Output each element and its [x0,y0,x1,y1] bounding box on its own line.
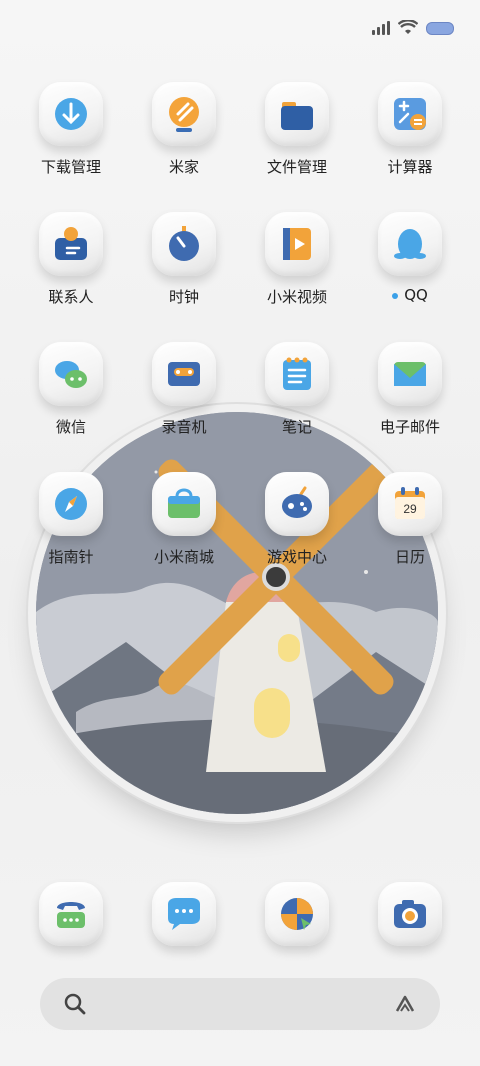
email-tile[interactable] [378,342,442,406]
app-label: 日历 [394,548,425,566]
download-cloud-tile[interactable] [39,82,103,146]
clock-icon [169,226,199,261]
app-notes[interactable]: 笔记 [241,342,353,437]
messages-tile[interactable] [152,882,216,946]
app-label: 联系人 [48,288,94,306]
app-clock[interactable]: 时钟 [128,212,240,307]
notes-icon [283,357,311,390]
qq-label: QQ [404,286,428,304]
signal-icon [372,21,390,35]
assistant-icon[interactable] [392,991,418,1017]
app-calculator[interactable]: 计算器 [354,82,466,177]
video-tile[interactable] [265,212,329,276]
contacts-tile[interactable] [39,212,103,276]
new-badge-dot [392,292,399,299]
notes-tile[interactable] [265,342,329,406]
status-bar [372,20,454,36]
contacts-icon [55,227,87,260]
mi-home-icon [169,97,199,132]
app-label: 笔记 [281,418,312,436]
video-icon [283,228,311,260]
app-email[interactable]: 电子邮件 [354,342,466,437]
folder-tile[interactable] [265,82,329,146]
phone-tile[interactable] [39,882,103,946]
app-qq[interactable]: QQ [354,212,466,304]
battery-icon [426,21,454,35]
dock-messages[interactable] [128,882,240,946]
folder-icon [281,102,313,130]
game-center-tile[interactable] [265,472,329,536]
app-file-manager[interactable]: 文件管理 [241,82,353,177]
calculator-tile[interactable] [378,82,442,146]
calendar-date: 29 [403,502,417,516]
mi-store-tile[interactable] [152,472,216,536]
app-label: 电子邮件 [379,418,440,436]
phone-icon [57,902,85,928]
wechat-icon [55,361,87,388]
app-mi-home[interactable]: 米家 [128,82,240,177]
app-label: 小米视频 [266,288,327,306]
clock-tile[interactable] [152,212,216,276]
wechat-tile[interactable] [39,342,103,406]
dock-camera[interactable] [354,882,466,946]
qq-penguin-icon [394,229,426,259]
app-compass[interactable]: 指南针 [15,472,127,567]
calendar-icon: 29 [395,487,425,519]
app-label: 小米商城 [153,548,214,566]
game-center-icon [282,486,312,518]
app-label: 录音机 [161,418,207,436]
qq-tile[interactable] [378,212,442,276]
app-contacts[interactable]: 联系人 [15,212,127,307]
recorder-icon [168,362,200,386]
dock-browser[interactable] [241,882,353,946]
search-bar[interactable] [40,978,440,1030]
app-label: 下载管理 [40,158,101,176]
app-label: 指南针 [48,548,94,566]
mi-home-tile[interactable] [152,82,216,146]
search-icon[interactable] [62,991,88,1017]
app-label: 文件管理 [266,158,327,176]
app-label: 微信 [55,418,86,436]
app-label: 计算器 [387,158,433,176]
app-label: QQ [354,286,466,304]
compass-icon [55,488,87,520]
app-game-center[interactable]: 游戏中心 [241,472,353,567]
app-recorder[interactable]: 录音机 [128,342,240,437]
app-label: 米家 [168,158,199,176]
browser-icon [281,898,313,930]
app-mi-video[interactable]: 小米视频 [241,212,353,307]
app-wechat[interactable]: 微信 [15,342,127,437]
app-label: 时钟 [168,288,199,306]
camera-tile[interactable] [378,882,442,946]
email-icon [394,362,426,386]
messages-icon [168,898,200,930]
app-download-manager[interactable]: 下载管理 [15,82,127,177]
app-label: 游戏中心 [266,548,327,566]
mi-store-icon [168,488,200,518]
calendar-tile[interactable]: 29 [378,472,442,536]
download-cloud-icon [55,98,87,130]
compass-tile[interactable] [39,472,103,536]
dock [0,882,480,962]
dock-phone[interactable] [15,882,127,946]
browser-tile[interactable] [265,882,329,946]
calculator-icon [394,98,426,130]
app-calendar[interactable]: 29 日历 [354,472,466,567]
app-mi-store[interactable]: 小米商城 [128,472,240,567]
camera-icon [394,900,426,928]
recorder-tile[interactable] [152,342,216,406]
wifi-icon [398,20,418,34]
